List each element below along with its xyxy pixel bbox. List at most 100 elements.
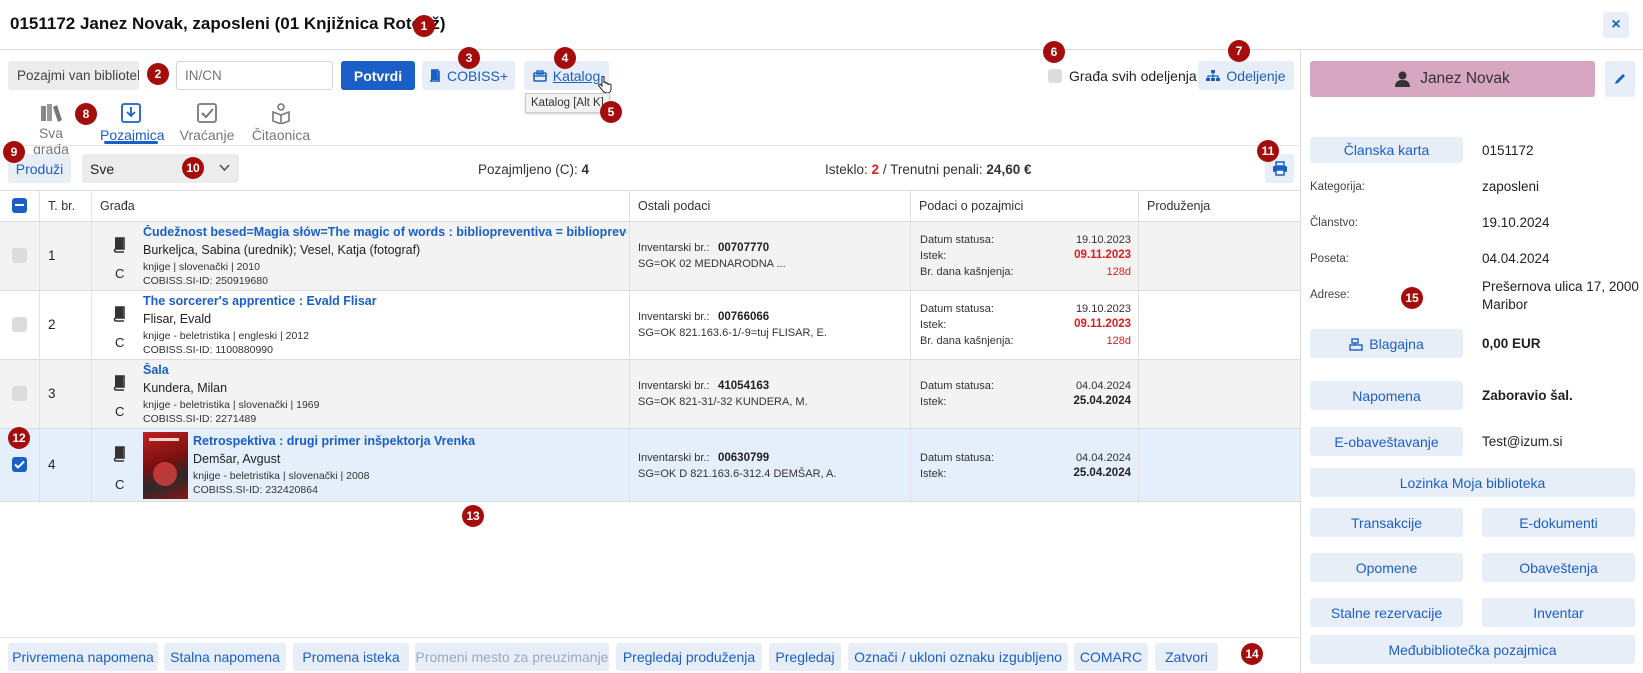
view-extensions-button[interactable]: Pregledaj produženja <box>616 643 762 671</box>
address-line-2: Maribor <box>1482 297 1528 312</box>
marker-8: 8 <box>75 103 97 125</box>
view-button[interactable]: Pregledaj <box>769 643 841 671</box>
item-author: Burkeljca, Sabina (urednik); Vesel, Katj… <box>143 243 421 257</box>
tab-all-items[interactable]: Sva građa <box>20 102 82 157</box>
inventory-label: Inventarski br.: <box>638 380 710 392</box>
inventory-label: Inventarski br.: <box>638 452 710 464</box>
permanent-note-button[interactable]: Stalna napomena <box>164 643 286 671</box>
member-card-button[interactable]: Članska karta <box>1310 137 1463 163</box>
expiry-label: Istek: <box>920 396 947 408</box>
book-icon <box>113 446 125 462</box>
membership-value: 19.10.2024 <box>1482 215 1550 230</box>
close-icon: × <box>1611 16 1621 33</box>
column-header-number[interactable]: T. br. <box>39 190 91 222</box>
member-card-value: 0151172 <box>1482 143 1534 158</box>
e-notification-button[interactable]: E-obaveštavanje <box>1310 427 1463 456</box>
catalog-icon <box>532 69 547 82</box>
edit-member-button[interactable] <box>1605 61 1635 97</box>
address-line-1: Prešernova ulica 17, 2000 <box>1482 279 1639 294</box>
department-button[interactable]: Odeljenje <box>1198 61 1294 90</box>
note-value: Zaboravio šal. <box>1482 388 1573 403</box>
penalty-summary: Isteklo: 2 / Trenutni penali: 24,60 € <box>825 162 1032 177</box>
item-title-link[interactable]: Šala <box>143 363 169 377</box>
active-tab-indicator <box>104 141 158 144</box>
e-documents-button[interactable]: E-dokumenti <box>1482 508 1635 537</box>
column-header-other[interactable]: Ostali podaci <box>629 190 910 222</box>
checkbox-icon <box>197 103 217 123</box>
mark-lost-button[interactable]: Označi / ukloni oznaku izgubljeno <box>848 643 1068 671</box>
inventory-number: 00766066 <box>718 311 770 323</box>
pointer-cursor-icon <box>598 76 612 94</box>
all-departments-checkbox[interactable] <box>1048 69 1062 83</box>
filter-select[interactable]: Sve <box>82 154 239 183</box>
column-header-item[interactable]: Građa <box>91 190 629 222</box>
select-all-checkbox[interactable] <box>12 198 27 213</box>
change-expiry-button[interactable]: Promena isteka <box>293 643 409 671</box>
status-date: 19.10.2023 <box>1075 234 1131 246</box>
row-number: 3 <box>48 386 56 401</box>
item-meta: knjige - beletristika | slovenački | 200… <box>193 470 370 482</box>
address-label: Adrese: <box>1310 289 1350 301</box>
reminders-button[interactable]: Opomene <box>1310 553 1463 582</box>
marker-12: 12 <box>8 427 30 449</box>
shelf-mark: SG=OK 821-31/-32 KUNDERA, M. <box>638 396 808 408</box>
marker-13: 13 <box>462 505 484 527</box>
item-meta: knjige - beletristika | engleski | 2012 <box>143 330 309 342</box>
close-dialog-button[interactable]: Zatvori <box>1155 643 1218 671</box>
confirm-button[interactable]: Potvrdi <box>341 61 415 90</box>
cash-desk-button[interactable]: Blagajna <box>1310 329 1463 358</box>
permanent-reservations-button[interactable]: Stalne rezervacije <box>1310 598 1463 627</box>
visit-label: Poseta: <box>1310 253 1349 265</box>
tab-return[interactable]: Vraćanje <box>176 102 238 143</box>
inventory-button[interactable]: Inventar <box>1482 598 1635 627</box>
marker-3: 3 <box>458 47 480 69</box>
transactions-button[interactable]: Transakcije <box>1310 508 1463 537</box>
library-password-button[interactable]: Lozinka Moja biblioteka <box>1310 468 1635 497</box>
item-author: Flisar, Evald <box>143 312 212 326</box>
member-name-button[interactable]: Janez Novak <box>1310 61 1595 97</box>
expiry-date: 25.04.2024 <box>1073 395 1131 407</box>
row-number: 1 <box>48 248 56 263</box>
column-header-extensions[interactable]: Produženja <box>1138 190 1300 222</box>
row-checkbox[interactable] <box>12 317 27 332</box>
book-icon <box>430 69 440 82</box>
change-pickup-location-button[interactable]: Promeni mesto za preuzimanje <box>415 643 609 671</box>
print-icon <box>1272 161 1287 176</box>
item-status: C <box>115 477 125 492</box>
comarc-button[interactable]: COMARC <box>1074 643 1148 671</box>
e-notification-value: Test@izum.si <box>1482 434 1563 449</box>
dialog-header: 0151172 Janez Novak, zaposleni (01 Knjiž… <box>0 0 1643 50</box>
item-title-link[interactable]: Retrospektiva : drugi primer inšpektorja… <box>193 434 475 448</box>
item-author: Demšar, Avgust <box>193 452 281 466</box>
loan-type-select[interactable]: Pozajmi van bibliotek <box>8 61 139 90</box>
item-title-link[interactable]: Čudežnost besed=Magia słów=The magic of … <box>143 225 627 239</box>
catalog-tooltip: Katalog [Alt K] <box>525 93 610 113</box>
row-checkbox[interactable] <box>12 248 27 263</box>
close-button[interactable]: × <box>1603 12 1629 38</box>
status-date-label: Datum statusa: <box>920 380 994 392</box>
column-header-loan[interactable]: Podaci o pozajmici <box>910 190 1138 222</box>
temporary-note-button[interactable]: Privremena napomena <box>8 643 158 671</box>
book-cover-image <box>143 432 188 499</box>
incn-input[interactable] <box>176 61 333 90</box>
all-departments-label: Građa svih odeljenja <box>1069 68 1197 84</box>
interlibrary-loan-button[interactable]: Međubibliotečka pozajmica <box>1310 635 1635 664</box>
notices-button[interactable]: Obaveštenja <box>1482 553 1635 582</box>
inventory-number: 41054163 <box>718 380 770 392</box>
marker-9: 9 <box>3 141 25 163</box>
row-checkbox[interactable] <box>12 386 27 401</box>
marker-4: 4 <box>554 47 576 69</box>
visit-value: 04.04.2024 <box>1482 251 1550 266</box>
item-title-link[interactable]: The sorcerer's apprentice : Evald Flisar <box>143 294 377 308</box>
marker-10: 10 <box>182 157 204 179</box>
tab-reading-room[interactable]: Čitaonica <box>250 102 312 143</box>
row-checkbox[interactable] <box>12 457 27 472</box>
tab-loan[interactable]: Pozajmica <box>100 102 165 144</box>
marker-1: 1 <box>413 15 435 37</box>
note-button[interactable]: Napomena <box>1310 381 1463 410</box>
checkmark-icon <box>14 460 25 469</box>
inventory-label: Inventarski br.: <box>638 242 710 254</box>
shelf-mark: SG=OK 821.163.6-1/-9=tuj FLISAR, E. <box>638 327 827 339</box>
book-icon <box>113 375 125 391</box>
expiry-date: 09.11.2023 <box>1074 249 1131 261</box>
